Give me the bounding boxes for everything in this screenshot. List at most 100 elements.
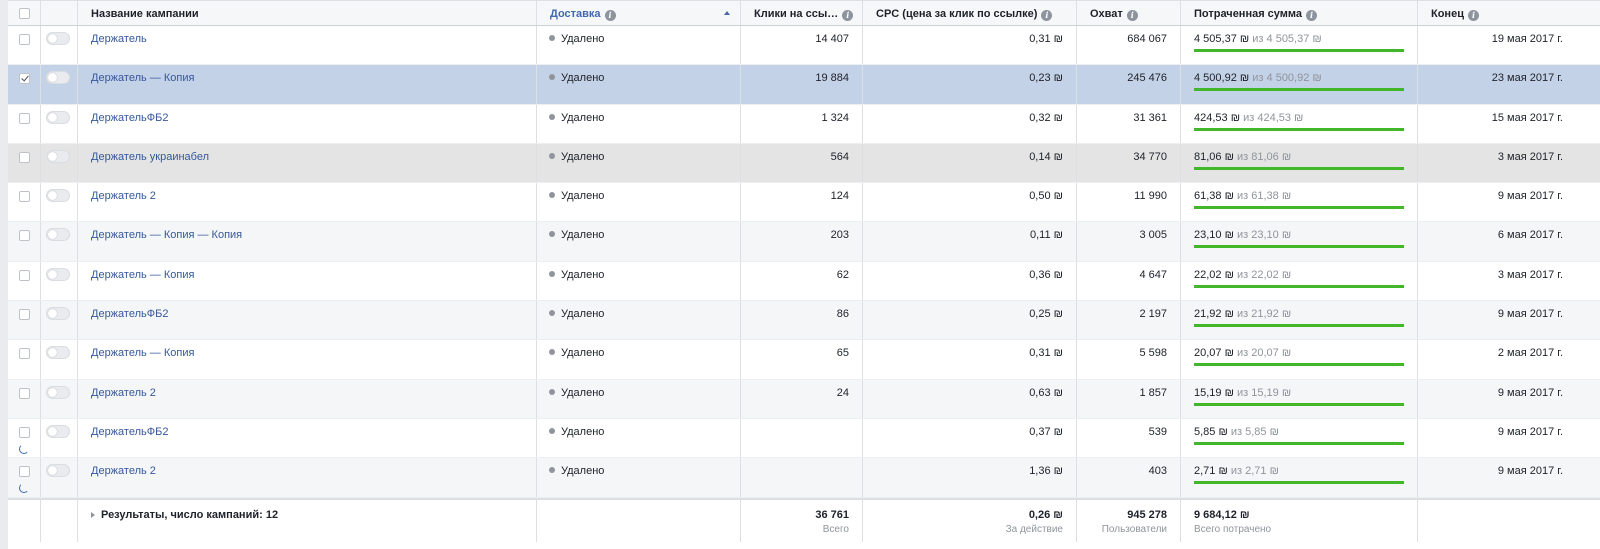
spend-progress-bar: [1194, 441, 1404, 445]
table-row[interactable]: Держатель украинабел Удалено 564 0,14 ₪ 34 7…: [8, 143, 1600, 184]
campaign-toggle[interactable]: [46, 149, 70, 163]
row-checkbox[interactable]: [19, 426, 30, 438]
table-row[interactable]: Держатель 2 Удалено 124 0,50 ₪ 11 990 61,38 ₪…: [8, 183, 1600, 223]
cpc-cell: 0,36 ₪: [863, 261, 1077, 301]
delivery-status: Удалено: [561, 72, 605, 85]
column-header-cpc[interactable]: CPC (цена за клик по ссылке) i: [863, 1, 1077, 25]
clicks-cell: 124: [741, 183, 863, 222]
campaign-name-link[interactable]: Держатель — Копия: [78, 347, 194, 359]
clicks-cell: [741, 418, 863, 458]
row-select-cell: [8, 261, 41, 301]
column-header-delivery[interactable]: Доставка i: [537, 1, 741, 25]
campaign-name-link[interactable]: Держатель 2: [78, 387, 156, 399]
campaign-name-link[interactable]: Держатель 2: [78, 190, 156, 202]
campaign-toggle[interactable]: [46, 464, 70, 478]
campaign-toggle[interactable]: [46, 228, 70, 242]
row-checkbox[interactable]: [19, 269, 30, 281]
status-dot-icon: [549, 74, 555, 81]
row-extra-cell: [1576, 222, 1600, 260]
table-row[interactable]: ДержательФБ2 Удалено 0,37 ₪ 539 5,85 ₪ из 5,…: [8, 418, 1600, 459]
info-icon[interactable]: i: [604, 10, 616, 21]
end-date-cell: 23 мая 2017 г.: [1491, 72, 1563, 85]
footer-empty-cell: [1576, 500, 1600, 542]
footer-empty-cell: [1418, 500, 1576, 542]
info-icon[interactable]: i: [842, 10, 854, 21]
spent-value: 4 500,92 ₪: [1194, 72, 1250, 85]
campaign-name-link[interactable]: Держатель 2: [78, 465, 156, 477]
row-extra-cell: [1576, 144, 1600, 182]
campaign-toggle[interactable]: [46, 267, 70, 281]
campaign-name-cell: Держатель 2: [78, 183, 537, 222]
campaign-toggle[interactable]: [46, 385, 70, 399]
expand-arrow-icon[interactable]: [91, 511, 95, 518]
info-icon[interactable]: i: [1041, 10, 1053, 21]
row-checkbox[interactable]: [19, 309, 30, 321]
spent-value: 20,07 ₪: [1194, 347, 1234, 360]
spent-cell: 20,07 ₪ из 20,07 ₪: [1181, 340, 1418, 379]
row-select-cell: [8, 379, 41, 418]
cpc-cell: 1,36 ₪: [863, 458, 1077, 497]
row-checkbox[interactable]: [19, 73, 30, 85]
sort-ascending-icon[interactable]: [724, 11, 730, 15]
spend-progress-bar: [1194, 481, 1404, 485]
campaign-name-link[interactable]: Держатель — Копия: [78, 269, 194, 281]
campaign-name-link[interactable]: ДержательФБ2: [78, 112, 168, 124]
campaign-toggle[interactable]: [46, 424, 70, 438]
campaign-toggle[interactable]: [46, 110, 70, 124]
campaign-name-link[interactable]: Держатель: [78, 33, 147, 45]
row-checkbox[interactable]: [19, 466, 30, 478]
table-row[interactable]: Держатель — Копия Удалено 65 0,31 ₪ 5 598 20,…: [8, 340, 1600, 380]
column-header-spent[interactable]: Потраченная сумма i: [1181, 1, 1418, 25]
campaign-name-link[interactable]: ДержательФБ2: [78, 308, 168, 320]
spent-cell: 2,71 ₪ из 2,71 ₪: [1181, 458, 1418, 497]
table-row[interactable]: Держатель 2 Удалено 1,36 ₪ 403 2,71 ₪ из 2,7…: [8, 458, 1600, 498]
campaign-name-link[interactable]: Держатель украинабел: [78, 151, 209, 163]
select-all-checkbox[interactable]: [19, 8, 30, 19]
campaign-name-cell: Держатель: [78, 26, 537, 65]
table-row[interactable]: ДержательФБ2 Удалено 1 324 0,32 ₪ 31 361 424,…: [8, 104, 1600, 144]
row-select-cell: [8, 65, 41, 104]
table-row[interactable]: Держатель — Копия Удалено 19 884 0,23 ₪ 245 …: [8, 65, 1600, 105]
delivery-status: Удалено: [561, 268, 605, 281]
delivery-status: Удалено: [561, 190, 605, 203]
table-row[interactable]: Держатель 2 Удалено 24 0,63 ₪ 1 857 15,19 ₪ и…: [8, 379, 1600, 419]
row-checkbox[interactable]: [19, 230, 30, 242]
row-extra-cell: [1576, 183, 1600, 221]
row-checkbox[interactable]: [19, 191, 30, 203]
table-row[interactable]: ДержательФБ2 Удалено 86 0,25 ₪ 2 197 21,92 ₪ …: [8, 301, 1600, 341]
campaign-name-link[interactable]: ДержательФБ2: [78, 426, 168, 438]
row-checkbox[interactable]: [19, 34, 30, 45]
table-row[interactable]: Держатель Удалено 14 407 0,31 ₪ 684 067 4 505…: [8, 26, 1600, 66]
table-row[interactable]: Держатель — Копия — Копия Удалено 203 0,11 …: [8, 222, 1600, 262]
spent-value: 4 505,37 ₪: [1194, 33, 1250, 45]
row-checkbox[interactable]: [19, 348, 30, 360]
loading-spinner-icon: [19, 443, 29, 454]
cpc-cell: 0,31 ₪: [863, 340, 1077, 379]
end-date-cell: 15 мая 2017 г.: [1491, 111, 1563, 124]
column-header-end[interactable]: Конец i: [1418, 1, 1576, 25]
table-row[interactable]: Держатель — Копия Удалено 62 0,36 ₪ 4 647 22,…: [8, 261, 1600, 302]
row-checkbox[interactable]: [19, 151, 30, 163]
row-checkbox[interactable]: [19, 112, 30, 124]
info-icon[interactable]: i: [1126, 10, 1138, 21]
campaign-toggle[interactable]: [46, 307, 70, 321]
spent-budget: из 15,19 ₪: [1237, 386, 1292, 399]
cpc-cell: 0,50 ₪: [863, 183, 1077, 222]
campaign-name-cell: ДержательФБ2: [78, 301, 537, 340]
select-all-cell: [8, 1, 41, 25]
row-checkbox[interactable]: [19, 387, 30, 399]
column-header-name[interactable]: Название кампании: [78, 1, 537, 25]
campaign-toggle[interactable]: [46, 189, 70, 203]
info-icon[interactable]: i: [1306, 10, 1318, 21]
results-summary[interactable]: Результаты, число кампаний: 12: [78, 499, 537, 542]
campaign-name-link[interactable]: Держатель — Копия — Копия: [78, 229, 242, 241]
campaign-toggle[interactable]: [46, 71, 70, 85]
spent-budget: из 61,38 ₪: [1237, 190, 1292, 203]
campaign-name-link[interactable]: Держатель — Копия: [78, 72, 194, 84]
info-icon[interactable]: i: [1467, 10, 1479, 21]
campaign-name-cell: Держатель — Копия — Копия: [78, 222, 537, 261]
campaign-toggle[interactable]: [46, 32, 70, 45]
column-header-clicks[interactable]: Клики на ссы… i: [741, 1, 863, 25]
campaign-toggle[interactable]: [46, 346, 70, 360]
column-header-reach[interactable]: Охват i: [1077, 1, 1181, 25]
